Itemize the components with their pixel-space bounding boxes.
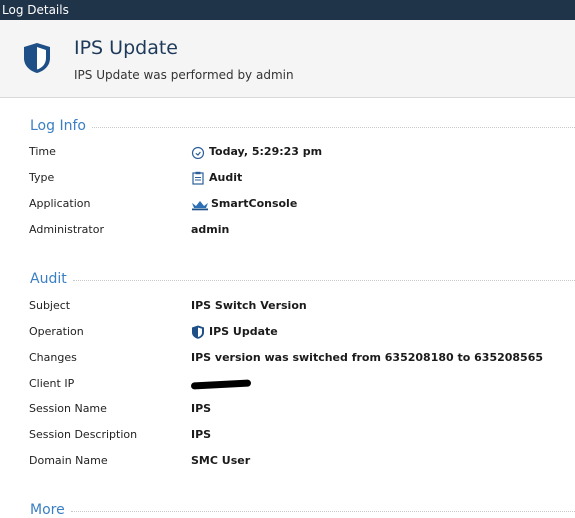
field-value	[190, 376, 252, 390]
row-application: Application SmartConsole	[0, 196, 575, 222]
field-value: IPS	[191, 402, 212, 415]
row-domain-name: Domain Name SMC User	[0, 453, 575, 479]
field-label: Domain Name	[29, 454, 108, 467]
field-value: SMC User	[191, 454, 251, 467]
window-title: Log Details	[0, 0, 575, 20]
field-label: Client IP	[29, 377, 75, 390]
row-operation: Operation IPS Update	[0, 324, 575, 350]
log-subtitle: IPS Update was performed by admin	[74, 68, 294, 82]
row-administrator: Administrator admin	[0, 222, 575, 248]
field-label: Changes	[29, 351, 77, 364]
field-label: Administrator	[29, 223, 104, 236]
clock-icon	[191, 146, 205, 159]
row-client-ip: Client IP	[0, 376, 575, 402]
field-label: Type	[29, 171, 55, 184]
field-value: admin	[191, 223, 230, 236]
row-changes: Changes IPS version was switched from 63…	[0, 350, 575, 376]
log-header: IPS Update IPS Update was performed by a…	[0, 20, 575, 98]
log-title: IPS Update	[74, 37, 178, 59]
row-time: Time Today, 5:29:23 pm	[0, 144, 575, 170]
field-label: Application	[29, 197, 91, 210]
crown-icon	[192, 201, 208, 211]
field-value: Audit	[191, 170, 242, 186]
field-label: Time	[29, 145, 56, 158]
field-label: Session Name	[29, 402, 107, 415]
field-value: IPS Switch Version	[191, 299, 307, 312]
field-value: IPS version was switched from 635208180 …	[191, 351, 544, 364]
row-type: Type Audit	[0, 170, 575, 196]
section-audit-title: Audit	[30, 271, 575, 287]
row-session-name: Session Name IPS	[0, 401, 575, 427]
section-log-info-title: Log Info	[30, 118, 575, 134]
redacted-value	[190, 379, 252, 390]
row-subject: Subject IPS Switch Version	[0, 298, 575, 324]
section-more-title[interactable]: More	[30, 502, 575, 518]
field-value: IPS Update	[191, 324, 278, 340]
shield-icon	[192, 325, 204, 339]
field-value: SmartConsole	[191, 196, 297, 212]
field-label: Subject	[29, 299, 71, 312]
row-session-description: Session Description IPS	[0, 427, 575, 453]
audit-icon	[192, 171, 204, 185]
shield-icon	[24, 43, 50, 73]
field-label: Session Description	[29, 428, 138, 441]
field-value: IPS	[191, 428, 212, 441]
field-label: Operation	[29, 325, 84, 338]
field-value: Today, 5:29:23 pm	[191, 144, 322, 160]
